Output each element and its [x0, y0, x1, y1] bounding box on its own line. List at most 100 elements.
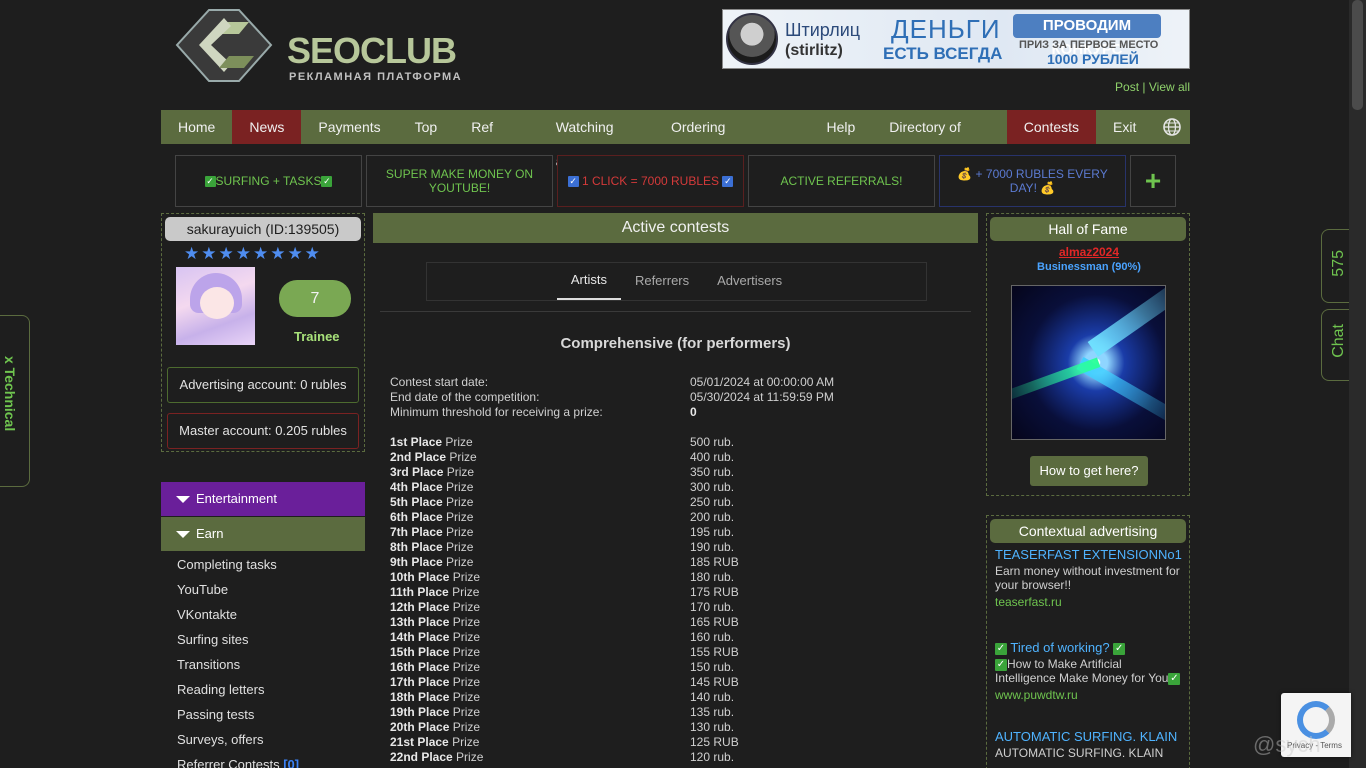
nav-ref-wall[interactable]: Ref Wall	[454, 110, 539, 169]
nav-ordering-advertising[interactable]: Ordering advertising	[654, 110, 810, 169]
nav-help[interactable]: Help	[809, 110, 872, 144]
promo-one-click[interactable]: ✓ 1 CLICK = 7000 RUBLES ✓	[557, 155, 744, 207]
context-ad[interactable]: AUTOMATIC SURFING. KLAIN AUTOMATIC SURFI…	[995, 729, 1185, 760]
divider	[380, 311, 971, 312]
prize-label: Prize	[452, 615, 481, 629]
nav-top[interactable]: Top	[398, 110, 455, 144]
prize-row: 7th Place Prize 195 rub.	[390, 525, 739, 540]
submenu-reading-letters[interactable]: Reading letters	[177, 681, 299, 706]
checkmark-icon: ✓	[722, 176, 734, 188]
tab-artists[interactable]: Artists	[556, 263, 621, 300]
prize-place: 22nd Place Prize	[390, 750, 690, 765]
triangle-down-icon	[176, 531, 190, 539]
checkmark-icon: ✓	[995, 658, 1007, 671]
ad-url[interactable]: www.puwdtw.ru	[995, 688, 1185, 702]
prize-place: 7th Place Prize	[390, 525, 690, 540]
technical-side-tab[interactable]: x Technical	[0, 315, 30, 487]
ad-url[interactable]: teaserfast.ru	[995, 595, 1185, 609]
nav-home[interactable]: Home	[161, 110, 232, 144]
top-banner-ad[interactable]: Штирлиц (stirlitz) ДЕНЬГИ ЕСТЬ ВСЕГДА ПР…	[722, 9, 1190, 69]
prize-value: 120 rub.	[690, 750, 735, 764]
prize-place: 8th Place Prize	[390, 540, 690, 555]
prize-row: 10th Place Prize 180 rub.	[390, 570, 739, 585]
checkmark-icon: ✓	[1168, 672, 1181, 685]
prize-label: Prize	[452, 570, 481, 584]
prize-value: 195 rub.	[690, 525, 735, 539]
prize-value: 500 rub.	[690, 435, 735, 449]
nav-payments[interactable]: Payments	[301, 110, 397, 144]
submenu-youtube[interactable]: YouTube	[177, 581, 299, 606]
promo-text: SUPER MAKE MONEY ON YOUTUBE!	[385, 167, 534, 195]
ad-title[interactable]: Tired of working?	[1010, 640, 1109, 655]
submenu-transitions[interactable]: Transitions	[177, 656, 299, 681]
info-label: Contest start date:	[390, 375, 489, 389]
scrollbar-thumb[interactable]	[1352, 0, 1363, 110]
prize-value: 175 RUB	[690, 585, 739, 599]
place-label: 19th Place	[390, 705, 450, 719]
how-to-get-here-button[interactable]: How to get here?	[1030, 456, 1148, 486]
prize-label: Prize	[446, 555, 474, 569]
prize-place: 11th Place Prize	[390, 585, 690, 600]
prize-row: 8th Place Prize 190 rub.	[390, 540, 739, 555]
nav-exit[interactable]: Exit	[1096, 110, 1153, 144]
submenu-referrer-contests[interactable]: Referrer Contests [0]	[177, 756, 299, 768]
add-promo-button[interactable]: +	[1130, 155, 1176, 207]
submenu-completing-tasks[interactable]: Completing tasks	[177, 556, 299, 581]
prize-row: 14th Place Prize 160 rub.	[390, 630, 739, 645]
menu-earn[interactable]: Earn	[161, 517, 365, 551]
avatar[interactable]	[176, 267, 255, 345]
prize-value: 200 rub.	[690, 510, 735, 524]
place-label: 2nd Place	[390, 450, 447, 464]
prize-value: 150 rub.	[690, 660, 735, 674]
prize-row: 3rd Place Prize 350 rub.	[390, 465, 739, 480]
prize-label: Prize	[446, 525, 474, 539]
nav-watching-ads[interactable]: Watching ads	[539, 110, 654, 169]
prize-row: 9th Place Prize 185 RUB	[390, 555, 739, 570]
nav-news[interactable]: News	[232, 110, 302, 144]
prize-value: 185 RUB	[690, 555, 739, 569]
scrollbar[interactable]	[1349, 0, 1366, 768]
submenu-surfing-sites[interactable]: Surfing sites	[177, 631, 299, 656]
place-label: 6th Place	[390, 510, 443, 524]
contextual-ads-title: Contextual advertising	[990, 519, 1186, 543]
prize-row: 19th Place Prize 135 rub.	[390, 705, 739, 720]
username[interactable]: sakurayuich (ID:139505)	[165, 217, 361, 241]
post-link[interactable]: Post	[1115, 80, 1139, 94]
info-label: Minimum threshold for receiving a prize:	[390, 405, 603, 419]
tab-referrers[interactable]: Referrers	[621, 263, 703, 300]
promo-surfing-tasks[interactable]: ✓ SURFING + TASKS ✓	[175, 155, 362, 207]
prize-label: Prize	[452, 705, 481, 719]
prize-label: Prize	[452, 735, 480, 749]
submenu-surveys[interactable]: Surveys, offers	[177, 731, 299, 756]
submenu-vkontakte[interactable]: VKontakte	[177, 606, 299, 631]
banner-text-6: ПРИЗ ЗА ПЕРВОЕ МЕСТО	[1019, 39, 1159, 51]
main-nav: Home News Payments Top Ref Wall Watching…	[161, 110, 1190, 169]
hall-of-fame-user[interactable]: almaz2024	[987, 245, 1191, 259]
prize-label: Prize	[452, 630, 481, 644]
site-logo[interactable]: SEOCLUB РЕКЛАМНАЯ ПЛАТФОРМА	[169, 8, 469, 83]
ad-title[interactable]: AUTOMATIC SURFING. KLAIN	[995, 729, 1185, 745]
tab-advertisers[interactable]: Advertisers	[703, 263, 796, 300]
menu-entertainment[interactable]: Entertainment	[161, 482, 365, 516]
ad-title[interactable]: TEASERFAST EXTENSIONNo1	[995, 547, 1185, 563]
master-account[interactable]: Master account: 0.205 rubles	[167, 413, 359, 449]
context-ad[interactable]: TEASERFAST EXTENSIONNo1 Earn money witho…	[995, 547, 1185, 609]
context-ad[interactable]: ✓ Tired of working? ✓ ✓ How to Make Artif…	[995, 640, 1185, 702]
nav-directory[interactable]: Directory of sites	[872, 110, 1006, 169]
advertising-account[interactable]: Advertising account: 0 rubles	[167, 367, 359, 403]
info-row: Minimum threshold for receiving a prize:…	[390, 405, 834, 420]
view-all-link[interactable]: View all	[1149, 80, 1190, 94]
promo-daily-rubles[interactable]: 💰 + 7000 RUBLES EVERY DAY! 💰	[939, 155, 1126, 207]
globe-icon[interactable]	[1153, 110, 1190, 144]
submenu-passing-tests[interactable]: Passing tests	[177, 706, 299, 731]
online-count: 575	[1330, 250, 1347, 277]
promo-active-referrals[interactable]: ACTIVE REFERRALS!	[748, 155, 935, 207]
prize-row: 6th Place Prize 200 rub.	[390, 510, 739, 525]
prize-value: 190 rub.	[690, 540, 735, 554]
promo-youtube[interactable]: SUPER MAKE MONEY ON YOUTUBE!	[366, 155, 553, 207]
nav-contests[interactable]: Contests	[1006, 110, 1097, 144]
checkmark-icon: ✓	[1113, 642, 1126, 655]
prize-label: Prize	[452, 690, 481, 704]
contest-title: Comprehensive (for performers)	[560, 335, 791, 352]
level-badge: 7	[279, 280, 351, 317]
